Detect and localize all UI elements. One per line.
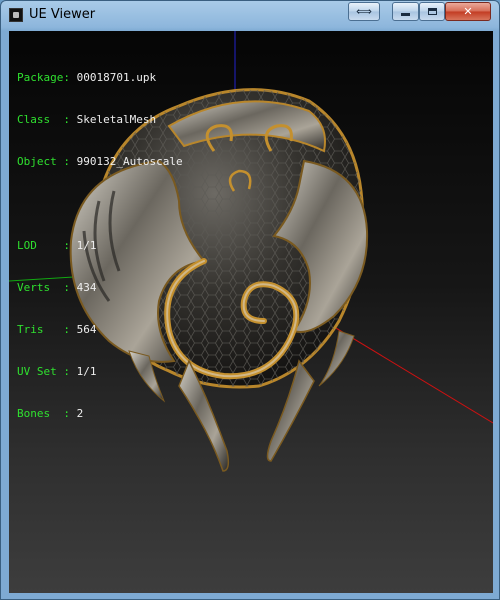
ue-viewer-app-icon — [9, 8, 23, 22]
uvset-label: UV Set — [17, 365, 64, 378]
object-value: 990132_Autoscale — [76, 155, 183, 168]
class-label: Class — [17, 113, 64, 126]
uvset-value: 1/1 — [76, 365, 97, 378]
close-icon: ✕ — [463, 5, 473, 18]
verts-label: Verts — [17, 281, 64, 294]
package-label: Package — [17, 71, 64, 84]
package-value: 00018701.upk — [76, 71, 157, 84]
lod-value: 1/1 — [76, 239, 97, 252]
maximize-icon — [427, 8, 437, 15]
bones-label: Bones — [17, 407, 64, 420]
3d-viewport[interactable]: Package: 00018701.upk Class : SkeletalMe… — [9, 31, 493, 593]
tris-value: 564 — [76, 323, 97, 336]
minimize-icon — [401, 13, 410, 16]
object-label: Object — [17, 155, 64, 168]
swap-arrows-icon: ⟺ — [356, 5, 372, 18]
bones-value: 2 — [76, 407, 84, 420]
minimize-button[interactable] — [392, 2, 419, 21]
mesh-info-overlay: Package: 00018701.upk Class : SkeletalMe… — [17, 71, 183, 420]
maximize-button[interactable] — [419, 2, 445, 21]
swap-button[interactable]: ⟺ — [348, 2, 380, 21]
class-value: SkeletalMesh — [76, 113, 157, 126]
lod-label: LOD — [17, 239, 64, 252]
app-window: UE Viewer ⟺ ✕ Package: 00018701.upk Clas… — [0, 0, 500, 600]
title-bar[interactable]: UE Viewer ⟺ ✕ — [1, 1, 499, 31]
tris-label: Tris — [17, 323, 64, 336]
close-button[interactable]: ✕ — [445, 2, 491, 21]
verts-value: 434 — [76, 281, 97, 294]
window-title: UE Viewer — [29, 7, 96, 22]
